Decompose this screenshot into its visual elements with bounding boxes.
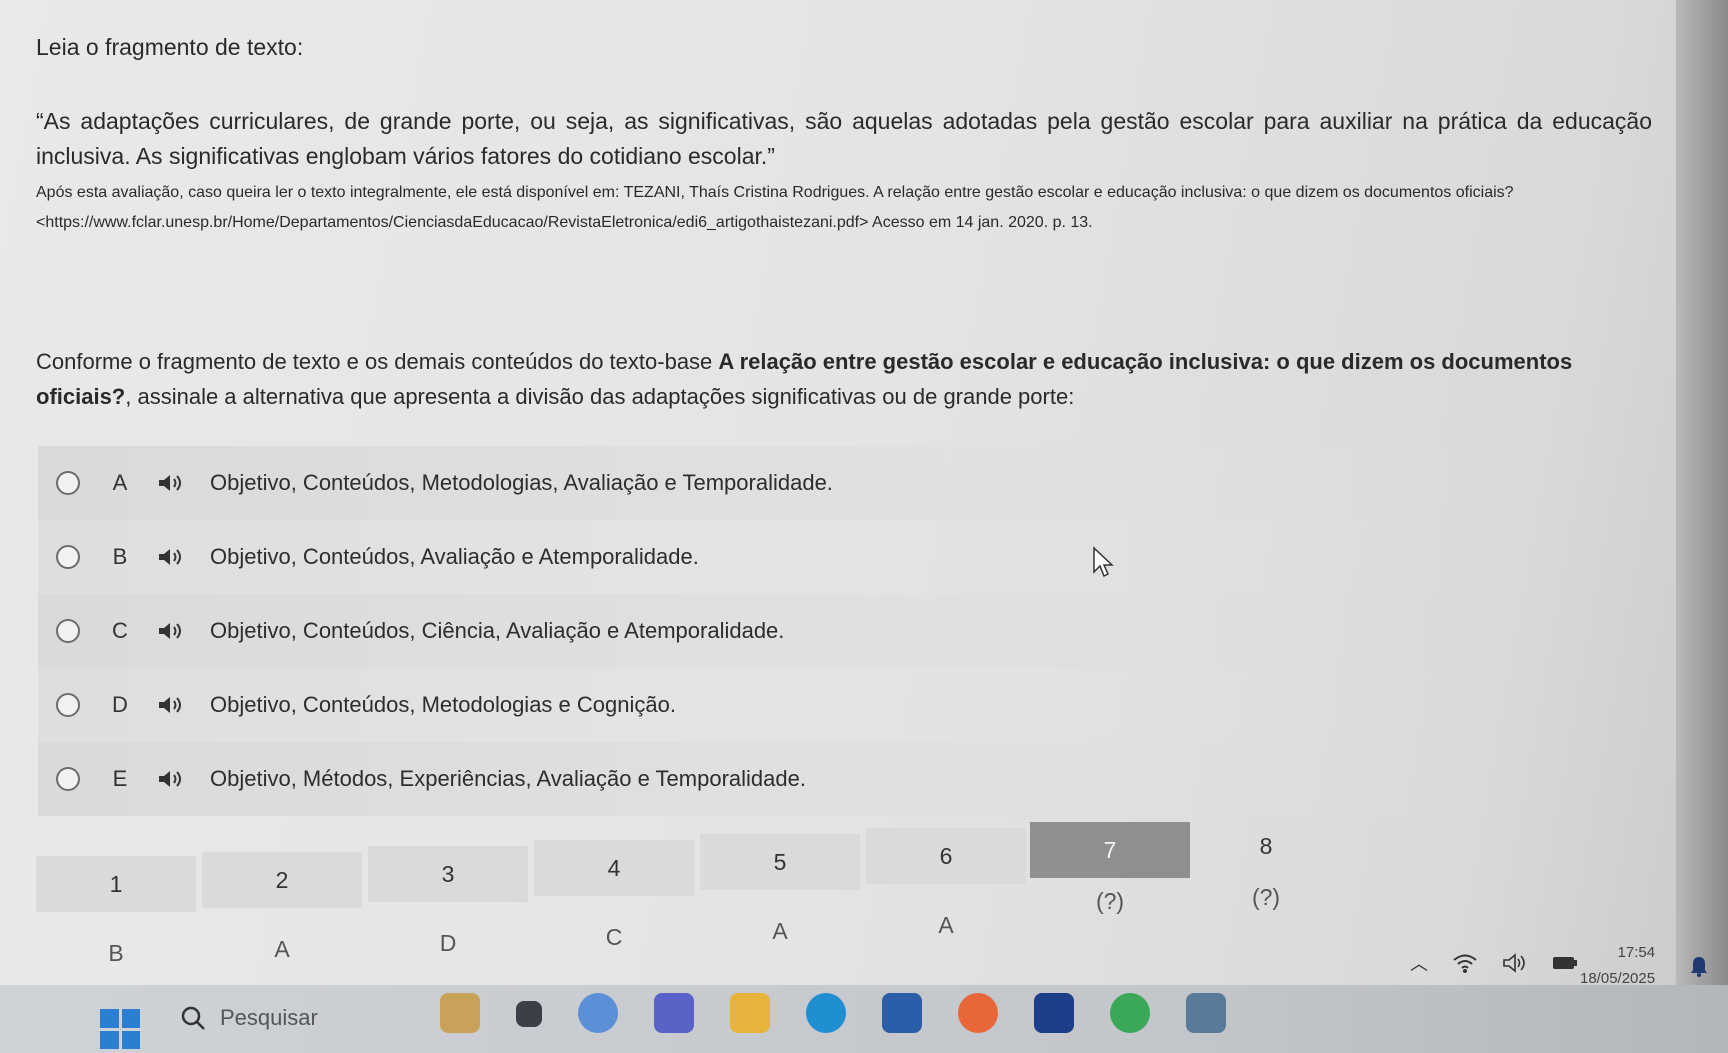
game-app-icon[interactable] xyxy=(440,993,480,1033)
nav-question-7[interactable]: 7 (?) xyxy=(1030,822,1190,915)
option-c[interactable]: C Objetivo, Conteúdos, Ciência, Avaliaçã… xyxy=(38,594,1488,668)
copilot-app-icon[interactable] xyxy=(578,993,618,1033)
option-letter: D xyxy=(112,692,128,717)
amazon-app-icon[interactable] xyxy=(1186,993,1226,1033)
nav-answer: C xyxy=(605,924,623,950)
nav-answer: (?) xyxy=(1095,888,1125,914)
nav-number[interactable]: 1 xyxy=(36,856,196,912)
radio-button[interactable] xyxy=(56,693,80,717)
nav-number[interactable]: 4 xyxy=(534,840,694,896)
speaker-icon[interactable] xyxy=(156,471,186,495)
nav-question-8[interactable]: 8 (?) xyxy=(1186,818,1346,911)
nav-question-4[interactable]: 4 C xyxy=(534,840,694,951)
question-navigator: 1 B 2 A 3 D 4 C 5 A 6 A 7 (?) 8 (?) xyxy=(36,822,1326,976)
speaker-icon[interactable] xyxy=(156,767,186,791)
option-a[interactable]: A Objetivo, Conteúdos, Metodologias, Ava… xyxy=(38,446,1488,520)
firefox-browser-icon[interactable] xyxy=(958,993,998,1033)
answer-options: A Objetivo, Conteúdos, Metodologias, Ava… xyxy=(38,446,1488,816)
nav-question-6[interactable]: 6 A xyxy=(866,828,1026,939)
taskbar: Pesquisar xyxy=(0,985,1728,1053)
volume-icon[interactable] xyxy=(1502,952,1528,974)
option-letter: C xyxy=(112,618,128,643)
question-prefix: Conforme o fragmento de texto e os demai… xyxy=(36,349,719,374)
windows-start-icon[interactable] xyxy=(100,1009,140,1049)
store-app-icon[interactable] xyxy=(882,993,922,1033)
source-line-1: Após esta avaliação, caso queira ler o t… xyxy=(36,184,1514,201)
nav-answer: A xyxy=(772,918,788,944)
teams-app-icon[interactable] xyxy=(654,993,694,1033)
nav-question-3[interactable]: 3 D xyxy=(368,846,528,957)
source-line-2: <https://www.fclar.unesp.br/Home/Departa… xyxy=(36,214,1093,231)
option-letter: B xyxy=(112,544,128,569)
option-letter: E xyxy=(112,766,128,791)
chevron-up-icon[interactable]: ︿ xyxy=(1410,950,1428,976)
option-text: Objetivo, Conteúdos, Metodologias e Cogn… xyxy=(210,692,676,717)
pinned-apps xyxy=(440,993,1226,1033)
edge-browser-icon[interactable] xyxy=(806,993,846,1033)
speaker-icon[interactable] xyxy=(156,693,186,717)
option-text: Objetivo, Métodos, Experiências, Avaliaç… xyxy=(210,766,806,791)
option-letter: A xyxy=(112,470,128,495)
terminal-app-icon[interactable] xyxy=(516,1001,542,1027)
question-statement: Conforme o fragmento de texto e os demai… xyxy=(36,344,1656,414)
search-icon xyxy=(181,1006,205,1030)
nav-number[interactable]: 8 xyxy=(1186,818,1346,874)
radio-button[interactable] xyxy=(56,619,80,643)
system-tray: ︿ xyxy=(1410,950,1578,976)
mouse-cursor-icon xyxy=(1093,546,1114,578)
nav-question-1[interactable]: 1 B xyxy=(36,856,196,967)
nav-question-5[interactable]: 5 A xyxy=(700,834,860,945)
nav-number[interactable]: 2 xyxy=(202,852,362,908)
wifi-icon[interactable] xyxy=(1452,952,1478,974)
nav-number[interactable]: 3 xyxy=(368,846,528,902)
quote-text: “As adaptações curriculares, de grande p… xyxy=(36,108,1652,169)
nav-answer: (?) xyxy=(1251,884,1281,910)
radio-button[interactable] xyxy=(56,471,80,495)
taskbar-search[interactable]: Pesquisar xyxy=(180,1005,318,1031)
dropbox-app-icon[interactable] xyxy=(1034,993,1074,1033)
option-text: Objetivo, Conteúdos, Avaliação e Atempor… xyxy=(210,544,699,569)
chrome-browser-icon[interactable] xyxy=(1110,993,1150,1033)
speaker-icon[interactable] xyxy=(156,619,186,643)
nav-number[interactable]: 6 xyxy=(866,828,1026,884)
file-explorer-icon[interactable] xyxy=(730,993,770,1033)
option-text: Objetivo, Conteúdos, Ciência, Avaliação … xyxy=(210,618,785,643)
speaker-icon[interactable] xyxy=(156,545,186,569)
nav-answer: D xyxy=(439,930,457,956)
question-suffix: , assinale a alternativa que apresenta a… xyxy=(125,384,1075,409)
nav-number-active[interactable]: 7 xyxy=(1030,822,1190,878)
radio-button[interactable] xyxy=(56,545,80,569)
nav-answer: A xyxy=(938,912,954,938)
battery-icon[interactable] xyxy=(1552,955,1578,971)
option-d[interactable]: D Objetivo, Conteúdos, Metodologias e Co… xyxy=(38,668,1488,742)
notification-bell-icon[interactable] xyxy=(1690,955,1708,977)
option-text: Objetivo, Conteúdos, Metodologias, Avali… xyxy=(210,470,833,495)
nav-number[interactable]: 5 xyxy=(700,834,860,890)
radio-button[interactable] xyxy=(56,767,80,791)
source-reference: Após esta avaliação, caso queira ler o t… xyxy=(36,178,1656,238)
nav-question-2[interactable]: 2 A xyxy=(202,852,362,963)
clock-time: 17:54 xyxy=(1617,944,1656,961)
search-placeholder: Pesquisar xyxy=(220,1005,318,1030)
option-e[interactable]: E Objetivo, Métodos, Experiências, Avali… xyxy=(38,742,1488,816)
window-edge xyxy=(1676,0,1728,1000)
nav-answer: B xyxy=(108,940,124,966)
nav-answer: A xyxy=(274,936,290,962)
intro-text: Leia o fragmento de texto: xyxy=(36,34,304,60)
option-b[interactable]: B Objetivo, Conteúdos, Avaliação e Atemp… xyxy=(38,520,1488,594)
